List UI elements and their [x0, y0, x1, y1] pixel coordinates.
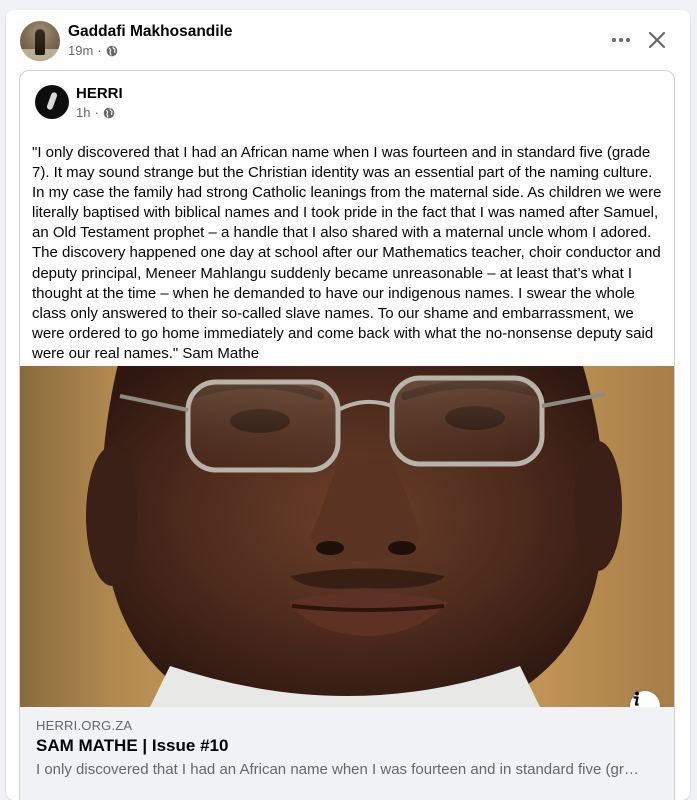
link-title[interactable]: SAM MATHE | Issue #10 [36, 736, 228, 756]
portrait-photo[interactable] [20, 366, 674, 707]
meta-separator: · [97, 43, 102, 58]
post-text: "I only discovered that I had an African… [32, 144, 662, 362]
globe-icon [106, 45, 117, 56]
shared-post-time[interactable]: 1h [76, 105, 90, 120]
portrait-illustration [86, 366, 622, 707]
avatar-figure [35, 29, 45, 55]
link-preview[interactable]: HERRI.ORG.ZA SAM MATHE | Issue #10 I onl… [20, 707, 674, 800]
shared-post[interactable]: HERRI 1h · "I only discovered that I had… [19, 70, 675, 800]
link-domain: HERRI.ORG.ZA [36, 718, 133, 733]
post-time[interactable]: 19m [68, 43, 93, 58]
meta-separator: · [94, 105, 99, 120]
page-avatar-mark [46, 91, 58, 111]
close-button[interactable] [643, 26, 671, 54]
author-avatar[interactable] [20, 21, 60, 61]
author-name[interactable]: Gaddafi Makhosandile [68, 23, 233, 41]
shared-post-meta: 1h · [76, 105, 115, 120]
more-options-icon [612, 38, 616, 42]
page-avatar[interactable] [35, 85, 69, 119]
post-card: Gaddafi Makhosandile 19m · HERRI 1h · "I… [6, 10, 690, 800]
post-meta: 19m · [68, 43, 118, 58]
link-description: I only discovered that I had an African … [36, 761, 646, 778]
close-icon [648, 31, 666, 49]
info-icon [633, 691, 639, 706]
more-options-button[interactable] [606, 28, 636, 52]
globe-icon [103, 107, 115, 118]
page-name[interactable]: HERRI [76, 85, 123, 102]
